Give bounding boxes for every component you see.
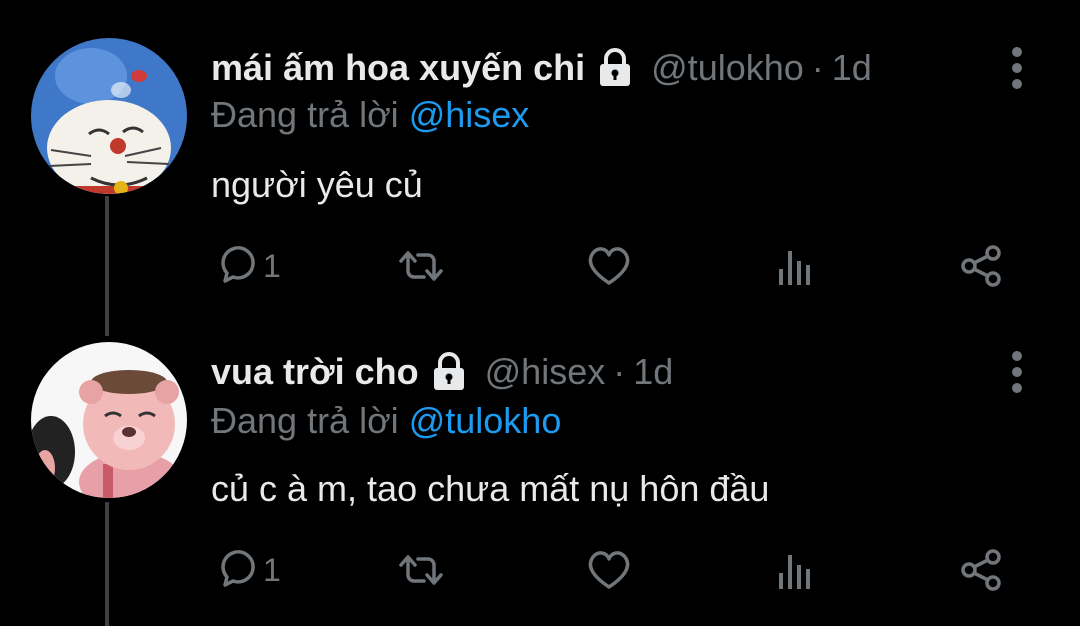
views-button[interactable] xyxy=(775,240,815,292)
reply-mention-link[interactable]: @tulokho xyxy=(409,400,562,441)
timestamp[interactable]: 1d xyxy=(633,351,673,393)
views-icon xyxy=(779,555,810,589)
like-icon xyxy=(588,247,630,285)
separator-dot: · xyxy=(811,47,824,88)
retweet-button[interactable] xyxy=(395,240,447,292)
reply-prefix: Đang trả lời xyxy=(211,400,399,441)
views-button[interactable] xyxy=(775,544,815,596)
tweet-header: mái ấm hoa xuyến chi @tulokho · 1d xyxy=(211,44,872,92)
retweet-icon xyxy=(399,555,443,585)
reply-button[interactable]: 1 xyxy=(211,544,281,596)
more-options-icon[interactable] xyxy=(1003,348,1031,396)
like-button[interactable] xyxy=(585,240,633,292)
share-button[interactable] xyxy=(959,240,1005,292)
views-icon xyxy=(779,251,810,285)
separator-dot: · xyxy=(613,351,626,392)
share-icon xyxy=(961,245,1001,287)
tweet-header: vua trời cho @hisex · 1d xyxy=(211,348,673,396)
replying-to: Đang trả lời @hisex xyxy=(211,94,529,136)
lock-icon xyxy=(595,48,635,88)
reply-count: 1 xyxy=(263,247,281,284)
reply-prefix: Đang trả lời xyxy=(211,94,399,135)
replying-to: Đang trả lời @tulokho xyxy=(211,400,561,442)
share-button[interactable] xyxy=(959,544,1005,596)
tweet-1[interactable]: mái ấm hoa xuyến chi @tulokho · 1d Đang … xyxy=(0,0,1080,330)
like-button[interactable] xyxy=(585,544,633,596)
tweet-text: củ c à m, tao chưa mất nụ hôn đầu xyxy=(211,468,770,509)
timestamp[interactable]: 1d xyxy=(832,47,872,89)
reply-mention-link[interactable]: @hisex xyxy=(409,94,530,135)
lock-icon xyxy=(429,352,469,392)
tweet-2[interactable]: vua trời cho @hisex · 1d Đang trả lời @t… xyxy=(0,330,1080,626)
user-handle[interactable]: @tulokho xyxy=(651,47,804,89)
action-bar: 1 xyxy=(211,240,1041,292)
tweet-text: người yêu củ xyxy=(211,164,423,205)
more-options-icon[interactable] xyxy=(1003,44,1031,92)
display-name[interactable]: mái ấm hoa xuyến chi xyxy=(211,47,585,89)
action-bar: 1 xyxy=(211,544,1041,596)
retweet-button[interactable] xyxy=(395,544,447,596)
avatar[interactable] xyxy=(31,38,187,194)
reply-button[interactable]: 1 xyxy=(211,240,281,292)
user-handle[interactable]: @hisex xyxy=(485,351,606,393)
cartoon-bear-avatar-icon xyxy=(31,342,187,498)
doraemon-avatar-icon xyxy=(31,38,187,194)
display-name[interactable]: vua trời cho xyxy=(211,351,419,393)
reply-icon xyxy=(221,246,255,283)
share-icon xyxy=(961,549,1001,591)
like-icon xyxy=(588,551,630,589)
reply-count: 1 xyxy=(263,551,281,588)
avatar[interactable] xyxy=(31,342,187,498)
reply-icon xyxy=(221,550,255,587)
retweet-icon xyxy=(399,251,443,281)
